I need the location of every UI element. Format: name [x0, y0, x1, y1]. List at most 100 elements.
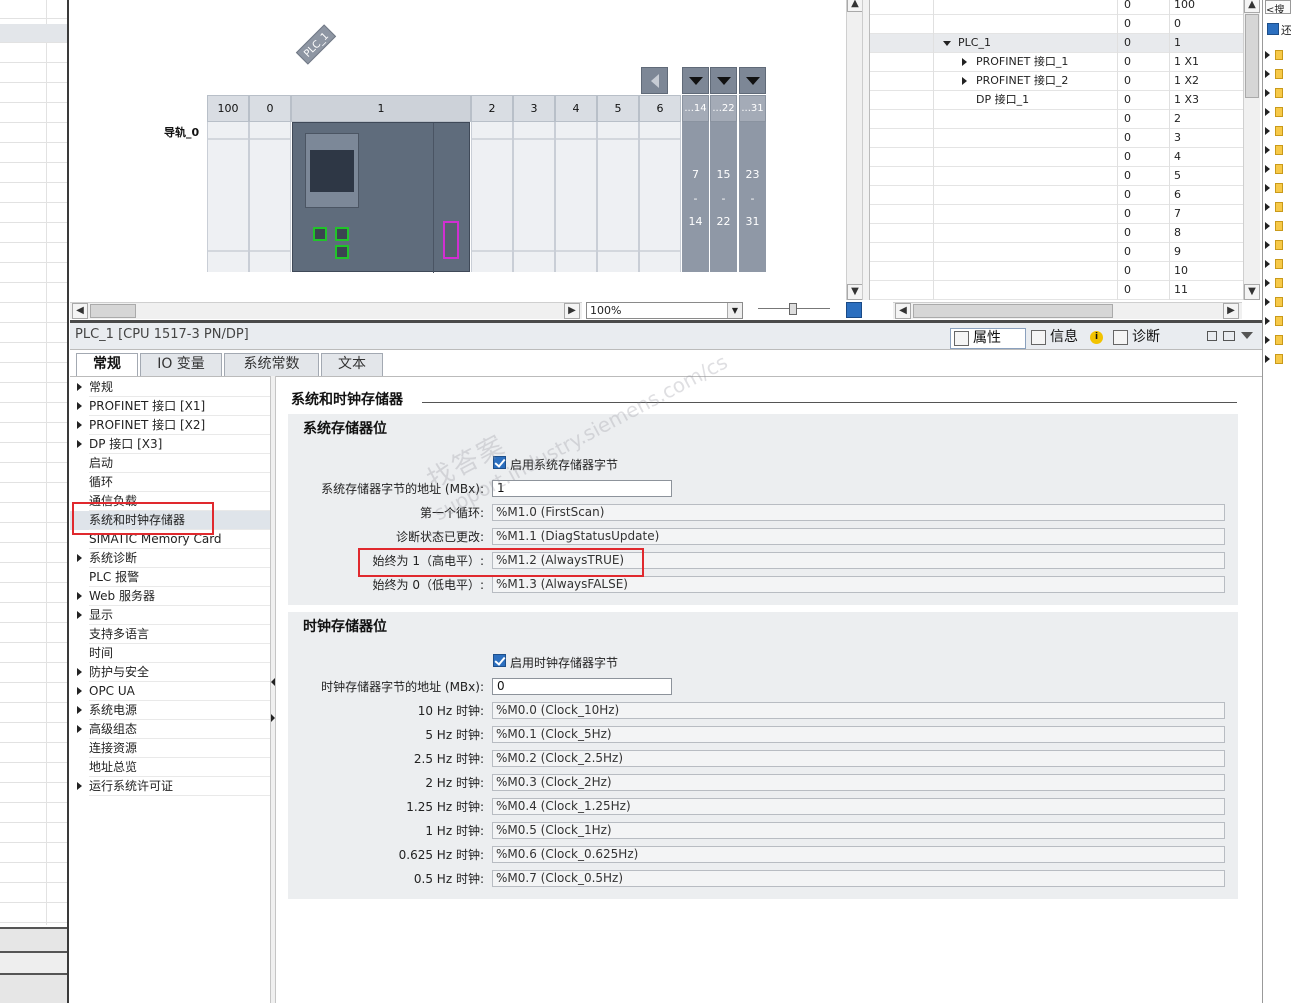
- expand-arrow-icon[interactable]: [1265, 70, 1270, 78]
- expansion-column[interactable]: 23 - 31: [739, 122, 766, 272]
- slot-header[interactable]: 100: [207, 95, 249, 122]
- slot-header[interactable]: 3: [513, 95, 555, 122]
- rail-slot[interactable]: [555, 122, 597, 272]
- overview-row[interactable]: 00: [870, 15, 1244, 34]
- expand-arrow-icon[interactable]: [77, 421, 82, 429]
- overview-row[interactable]: DP 接口_1 0 1 X3: [870, 91, 1244, 110]
- profinet-port-x2-p1[interactable]: [335, 227, 349, 241]
- overview-row[interactable]: 09: [870, 243, 1244, 262]
- overview-toggle-icon[interactable]: [846, 302, 862, 318]
- clock-address-input[interactable]: 0: [492, 678, 672, 695]
- nav-item[interactable]: 支持多语言: [70, 625, 270, 644]
- collapse-arrow-icon[interactable]: [943, 41, 951, 46]
- scroll-down-icon[interactable]: ▼: [847, 284, 863, 300]
- system-address-input[interactable]: 1: [492, 480, 672, 497]
- overview-row[interactable]: 0 100: [870, 0, 1244, 15]
- expand-arrow-icon[interactable]: [1265, 317, 1270, 325]
- restore-icon[interactable]: [1207, 331, 1217, 341]
- splitter-right-icon[interactable]: [271, 714, 275, 722]
- scroll-up-icon[interactable]: ▲: [1244, 0, 1260, 13]
- slot-header[interactable]: 2: [471, 95, 513, 122]
- slot-header[interactable]: 0: [249, 95, 291, 122]
- overview-row[interactable]: PLC_1 0 1: [870, 34, 1244, 53]
- expand-arrow-icon[interactable]: [77, 611, 82, 619]
- expansion-column[interactable]: 7 - 14: [682, 122, 709, 272]
- expand-arrow-icon[interactable]: [1265, 241, 1270, 249]
- tab-info[interactable]: 信息 i: [1028, 328, 1106, 349]
- minimize-icon[interactable]: [1223, 331, 1235, 341]
- nav-item[interactable]: 系统电源: [70, 701, 270, 720]
- expand-arrow-icon[interactable]: [77, 782, 82, 790]
- overview-row[interactable]: 07: [870, 205, 1244, 224]
- nav-item[interactable]: 运行系统许可证: [70, 777, 270, 796]
- overview-row[interactable]: 04: [870, 148, 1244, 167]
- expand-arrow-icon[interactable]: [1265, 298, 1270, 306]
- zoom-slider-thumb[interactable]: [789, 303, 797, 315]
- folder-icon[interactable]: [1275, 126, 1283, 136]
- scroll-thumb[interactable]: [90, 304, 136, 318]
- device-view-hscrollbar[interactable]: ◀ ▶: [70, 302, 582, 319]
- tab-general[interactable]: 常规: [76, 353, 138, 377]
- folder-icon[interactable]: [1275, 354, 1283, 364]
- folder-icon[interactable]: [1275, 240, 1283, 250]
- scroll-thumb[interactable]: [1245, 14, 1259, 98]
- expand-rail-button-2[interactable]: [710, 67, 737, 94]
- nav-item[interactable]: Web 服务器: [70, 587, 270, 606]
- expand-arrow-icon[interactable]: [1265, 127, 1270, 135]
- nav-item[interactable]: PLC 报警: [70, 568, 270, 587]
- expand-arrow-icon[interactable]: [1265, 336, 1270, 344]
- scroll-left-icon[interactable]: ◀: [895, 303, 911, 319]
- collapse-icon[interactable]: [1241, 332, 1253, 339]
- expansion-header[interactable]: ...31: [739, 95, 766, 122]
- scroll-left-icon[interactable]: ◀: [72, 303, 88, 319]
- folder-icon[interactable]: [1275, 50, 1283, 60]
- scroll-right-icon[interactable]: ▶: [564, 303, 580, 319]
- scroll-up-icon[interactable]: ▲: [847, 0, 863, 12]
- expand-rail-button-1[interactable]: [682, 67, 709, 94]
- folder-icon[interactable]: [1275, 145, 1283, 155]
- slot-header[interactable]: 4: [555, 95, 597, 122]
- expand-arrow-icon[interactable]: [77, 592, 82, 600]
- expand-arrow-icon[interactable]: [77, 402, 82, 410]
- expand-arrow-icon[interactable]: [77, 725, 82, 733]
- chevron-down-icon[interactable]: ▼: [727, 303, 742, 318]
- nav-item[interactable]: PROFINET 接口 [X2]: [70, 416, 270, 435]
- folder-icon[interactable]: [1275, 164, 1283, 174]
- tab-diagnostics[interactable]: 诊断: [1110, 328, 1180, 349]
- plc-tag[interactable]: PLC_1: [295, 24, 337, 65]
- nav-item[interactable]: 防护与安全: [70, 663, 270, 682]
- expansion-header[interactable]: ...14: [682, 95, 709, 122]
- folder-icon[interactable]: [1275, 88, 1283, 98]
- nav-item[interactable]: 系统诊断: [70, 549, 270, 568]
- folder-icon[interactable]: [1275, 259, 1283, 269]
- filter-checkbox[interactable]: [1267, 23, 1279, 35]
- enable-clock-memory-checkbox[interactable]: [493, 654, 506, 667]
- overview-row[interactable]: 02: [870, 110, 1244, 129]
- scroll-thumb[interactable]: [913, 304, 1113, 318]
- search-input[interactable]: <搜: [1265, 0, 1291, 14]
- nav-item[interactable]: OPC UA: [70, 682, 270, 701]
- nav-item[interactable]: PROFINET 接口 [X1]: [70, 397, 270, 416]
- slot-header[interactable]: 6: [639, 95, 681, 122]
- nav-item[interactable]: 时间: [70, 644, 270, 663]
- folder-icon[interactable]: [1275, 335, 1283, 345]
- nav-item[interactable]: 循环: [70, 473, 270, 492]
- folder-icon[interactable]: [1275, 202, 1283, 212]
- expand-arrow-icon[interactable]: [962, 77, 967, 85]
- profinet-port-x1[interactable]: [313, 227, 327, 241]
- overview-row[interactable]: 0 11: [870, 281, 1244, 300]
- overview-row[interactable]: 03: [870, 129, 1244, 148]
- expand-arrow-icon[interactable]: [1265, 203, 1270, 211]
- tab-io-tags[interactable]: IO 变量: [140, 353, 222, 376]
- expand-arrow-icon[interactable]: [77, 554, 82, 562]
- expand-arrow-icon[interactable]: [1265, 51, 1270, 59]
- profinet-port-x2-p2[interactable]: [335, 245, 349, 259]
- slot-header[interactable]: 5: [597, 95, 639, 122]
- slot-header[interactable]: 1: [291, 95, 471, 122]
- rail-slot[interactable]: [513, 122, 555, 272]
- nav-item[interactable]: 连接资源: [70, 739, 270, 758]
- expand-arrow-icon[interactable]: [962, 58, 967, 66]
- splitter-left-icon[interactable]: [271, 678, 275, 686]
- folder-icon[interactable]: [1275, 221, 1283, 231]
- expand-arrow-icon[interactable]: [77, 687, 82, 695]
